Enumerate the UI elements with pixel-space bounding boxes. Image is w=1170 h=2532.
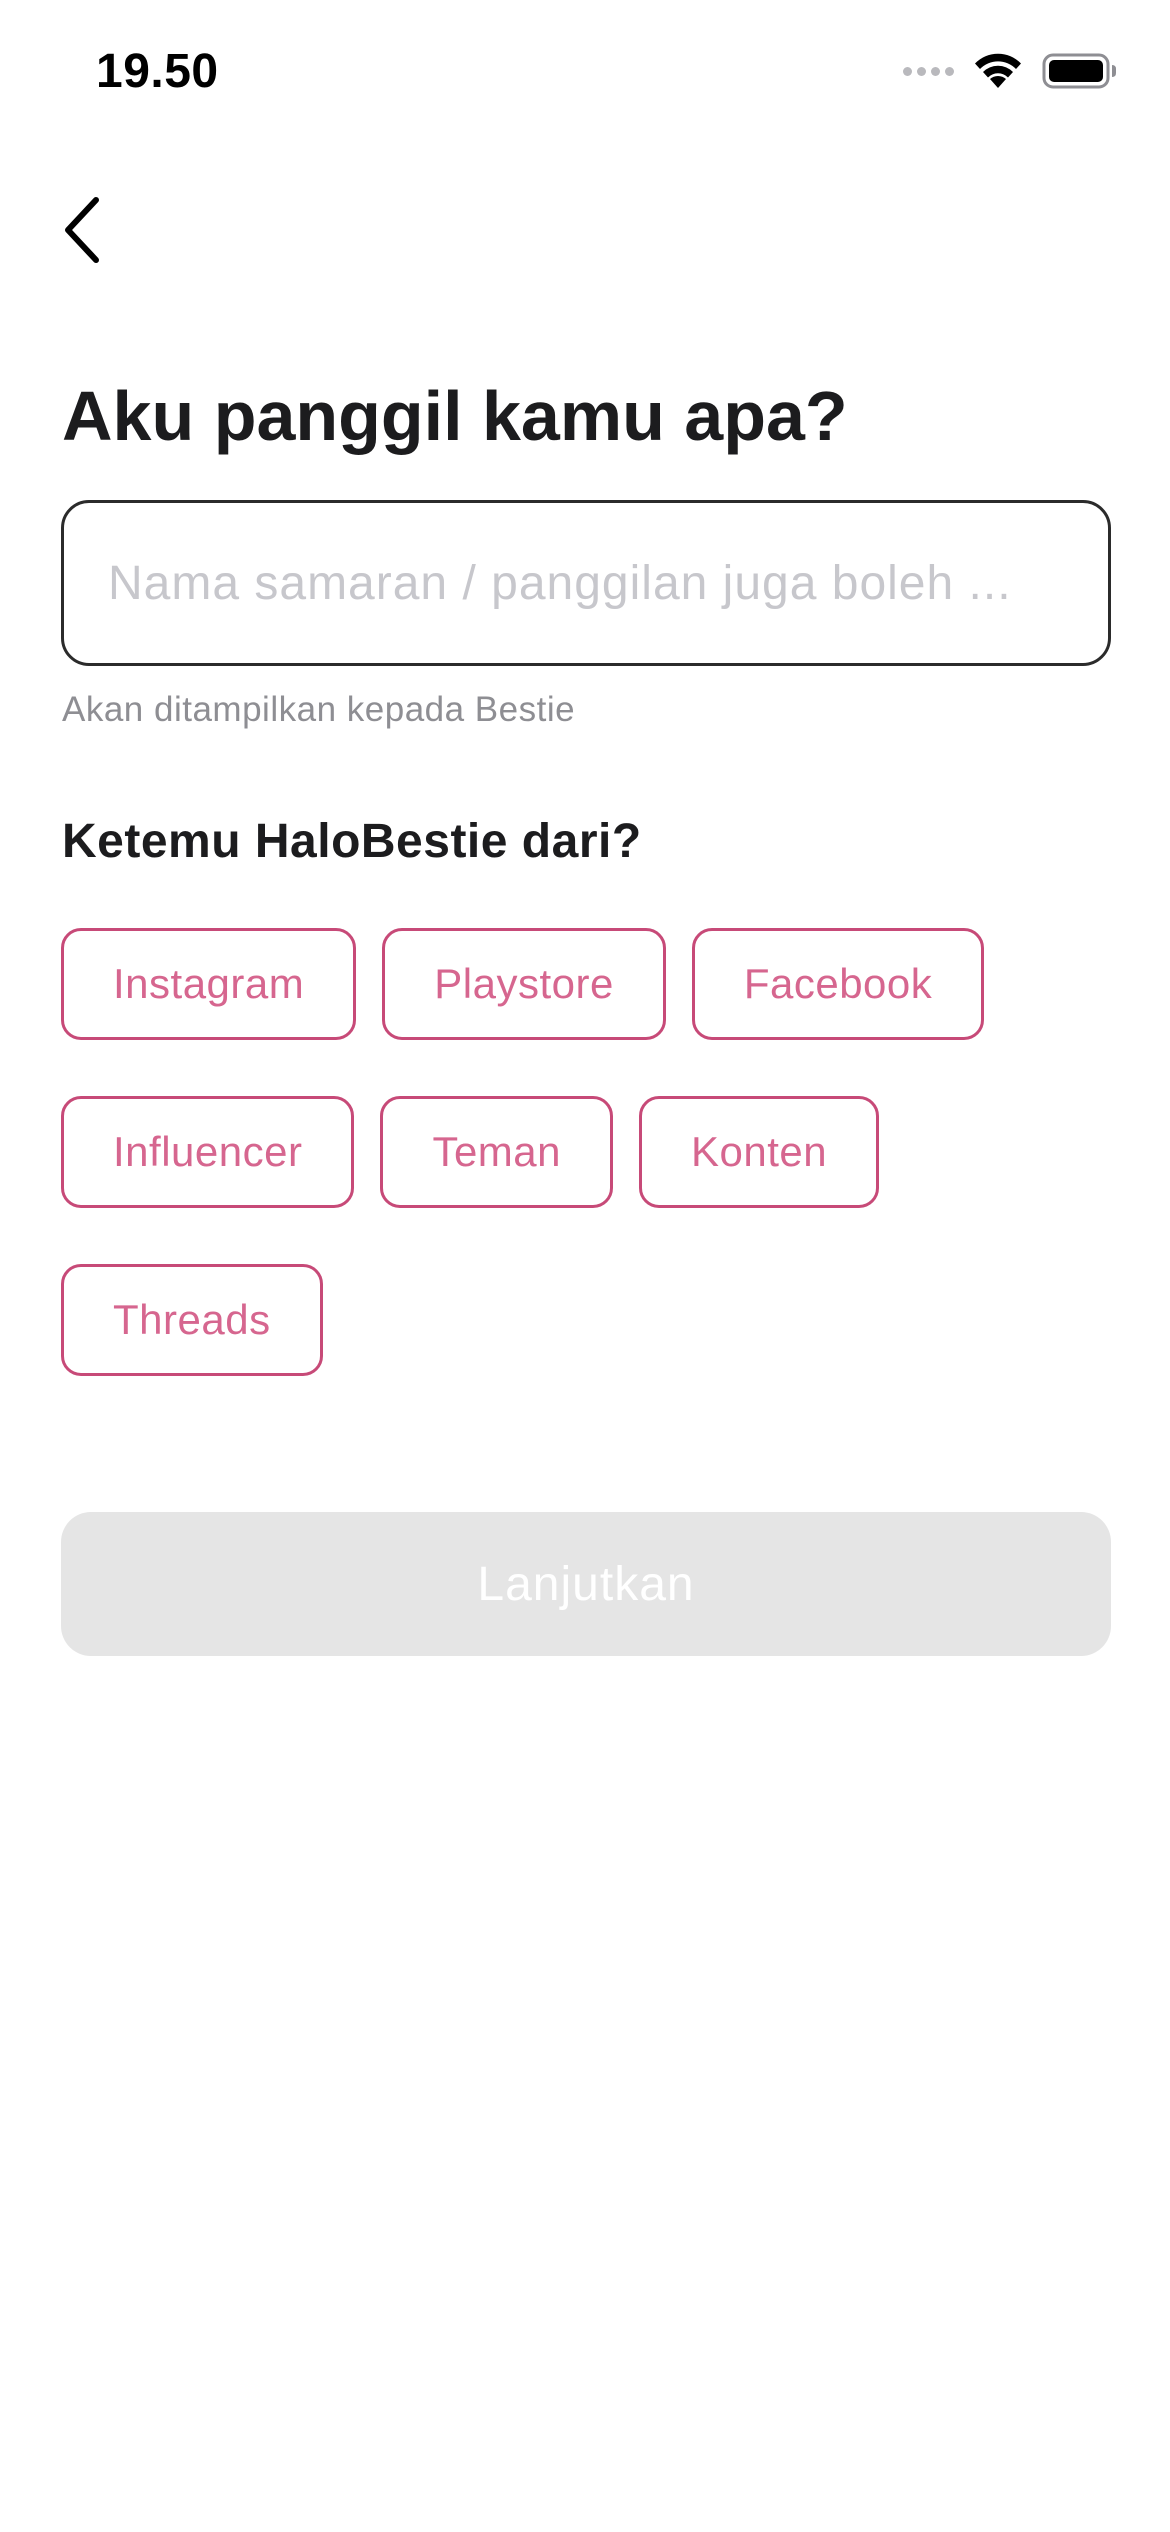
chip-teman[interactable]: Teman (380, 1096, 614, 1208)
chip-threads[interactable]: Threads (61, 1264, 323, 1376)
chip-konten[interactable]: Konten (639, 1096, 880, 1208)
chip-playstore[interactable]: Playstore (382, 928, 666, 1040)
status-time: 19.50 (96, 45, 219, 98)
helper-text: Akan ditampilkan kepada Bestie (62, 690, 576, 729)
chip-row: Threads (61, 1264, 1121, 1376)
wifi-icon (975, 53, 1021, 88)
chip-influencer[interactable]: Influencer (61, 1096, 355, 1208)
chip-row: Influencer Teman Konten (61, 1096, 1121, 1208)
chip-facebook[interactable]: Facebook (691, 928, 985, 1040)
back-button[interactable] (48, 180, 148, 280)
page-title: Aku panggil kamu apa? (62, 377, 848, 455)
source-options: Instagram Playstore Facebook Influencer … (61, 928, 1121, 1432)
source-question-label: Ketemu HaloBestie dari? (62, 815, 642, 868)
battery-icon (1042, 53, 1116, 89)
nickname-input[interactable] (61, 500, 1111, 666)
status-bar: 19.50 (0, 0, 1170, 150)
chip-instagram[interactable]: Instagram (61, 928, 357, 1040)
continue-button[interactable]: Lanjutkan (61, 1512, 1111, 1656)
chevron-left-icon (65, 197, 99, 263)
chip-row: Instagram Playstore Facebook (61, 928, 1121, 1040)
status-icons (903, 52, 1118, 90)
cellular-signal-icon (903, 66, 954, 76)
